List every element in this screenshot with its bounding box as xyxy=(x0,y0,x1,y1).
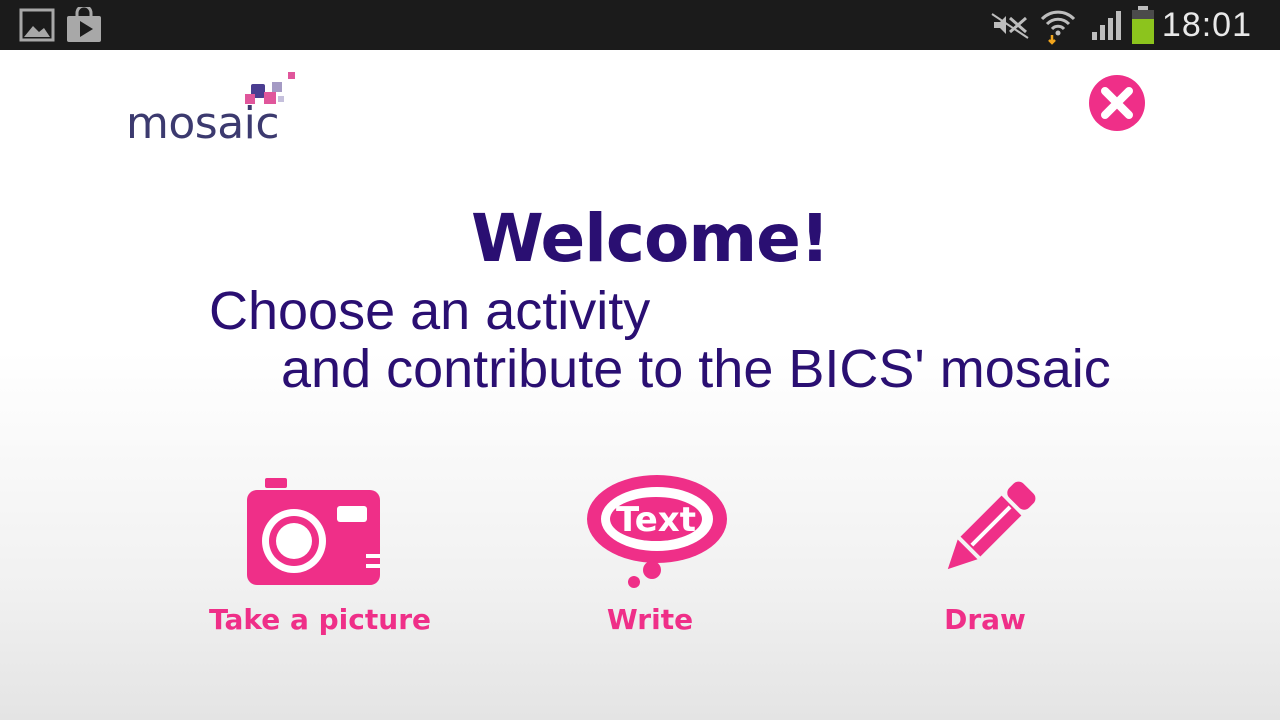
signal-icon xyxy=(1088,0,1128,50)
text-cloud-label: Text xyxy=(616,500,696,540)
logo-text: mosaic xyxy=(126,98,280,149)
page-title: Welcome! xyxy=(471,200,830,277)
take-picture-button[interactable]: Take a picture xyxy=(200,475,440,645)
camera-icon xyxy=(247,478,380,585)
mute-icon xyxy=(990,0,1030,50)
pencil-icon xyxy=(947,481,1036,570)
play-store-icon xyxy=(64,0,104,50)
write-label: Write xyxy=(606,603,694,636)
gallery-icon xyxy=(18,0,56,50)
mosaic-logo: mosaic xyxy=(126,66,306,150)
draw-button[interactable]: Draw xyxy=(910,475,1060,645)
draw-label: Draw xyxy=(944,603,1026,636)
close-button[interactable] xyxy=(1089,75,1145,131)
subtitle-line-1: Choose an activity xyxy=(209,281,651,341)
status-bar: 18:01 xyxy=(0,0,1280,50)
subtitle-line-2: and contribute to the BICS' mosaic xyxy=(281,339,1111,399)
take-picture-label: Take a picture xyxy=(209,603,431,636)
status-clock: 18:01 xyxy=(1161,6,1252,44)
welcome-screen: mosaic Welcome! Choose an activity and c… xyxy=(0,50,1280,720)
text-cloud-icon: Text xyxy=(587,475,727,588)
write-button[interactable]: Text Write xyxy=(560,475,740,645)
close-icon xyxy=(1089,75,1145,131)
wifi-icon xyxy=(1038,0,1078,50)
battery-icon xyxy=(1128,0,1158,50)
